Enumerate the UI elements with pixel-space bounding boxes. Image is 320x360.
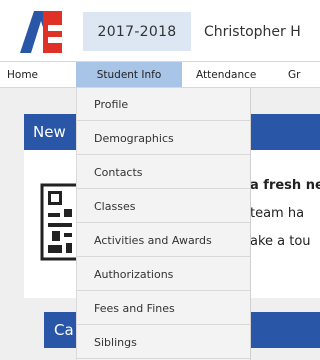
menu-item-demographics[interactable]: Demographics — [77, 122, 250, 155]
nav-attendance[interactable]: Attendance — [196, 62, 256, 87]
news-text-line: team ha — [250, 206, 305, 221]
student-info-dropdown: Profile Demographics Contacts Classes Ac… — [76, 88, 251, 360]
menu-item-contacts[interactable]: Contacts — [77, 156, 250, 189]
nav-grades[interactable]: Gr — [288, 62, 300, 87]
app-header: 2017-2018 Christopher H — [0, 0, 320, 61]
menu-item-siblings[interactable]: Siblings — [77, 326, 250, 359]
menu-item-classes[interactable]: Classes — [77, 190, 250, 223]
nav-student-info[interactable]: Student Info — [76, 62, 182, 87]
menu-item-activities-awards[interactable]: Activities and Awards — [77, 224, 250, 257]
qr-code-icon — [40, 183, 80, 261]
main-navigation: Home Student Info Attendance Gr — [0, 61, 320, 88]
news-headline: a fresh ne — [250, 178, 320, 193]
menu-item-authorizations[interactable]: Authorizations — [77, 258, 250, 291]
app-logo[interactable] — [20, 11, 62, 53]
menu-item-fees-fines[interactable]: Fees and Fines — [77, 292, 250, 325]
news-text-line: ake a tou — [250, 234, 311, 249]
nav-home[interactable]: Home — [7, 62, 38, 87]
student-name[interactable]: Christopher H — [204, 12, 301, 51]
menu-item-profile[interactable]: Profile — [77, 88, 250, 121]
school-year-selector[interactable]: 2017-2018 — [83, 12, 191, 51]
